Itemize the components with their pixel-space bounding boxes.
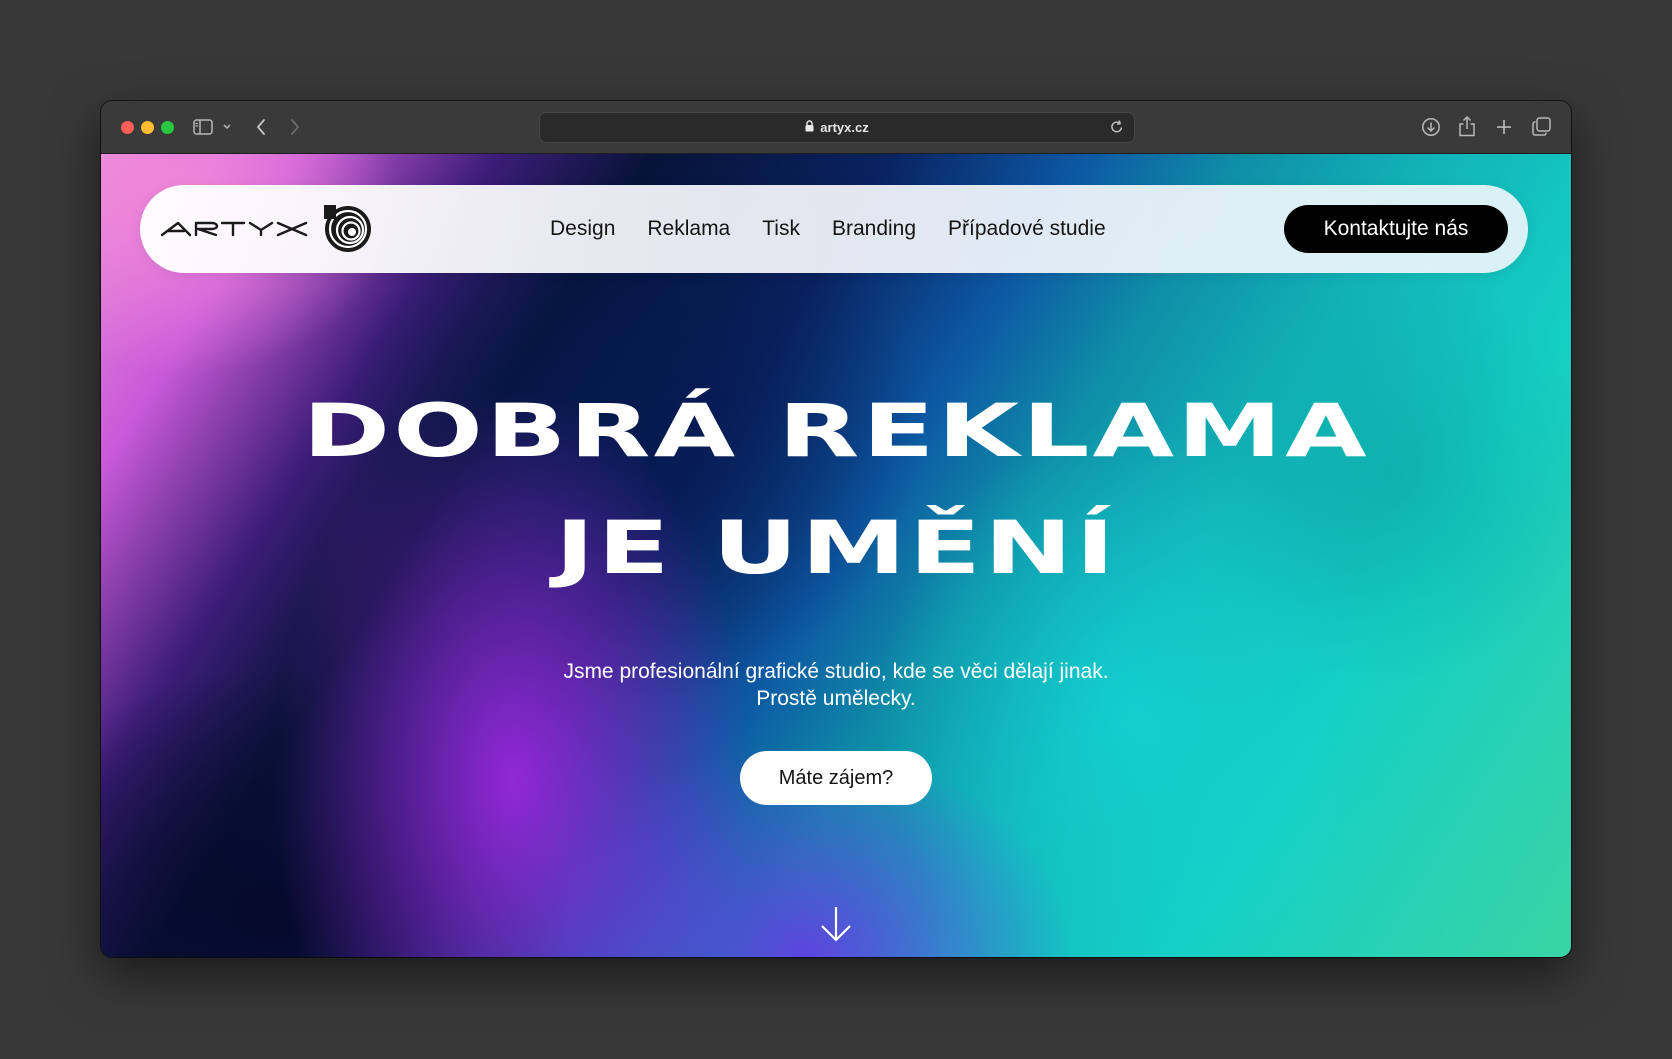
reload-icon[interactable] — [1110, 119, 1124, 137]
chevron-down-icon[interactable] — [221, 120, 233, 134]
tabs-overview-icon[interactable] — [1531, 116, 1551, 136]
web-page: Design Reklama Tisk Branding Případové s… — [101, 154, 1571, 957]
back-icon[interactable] — [252, 116, 270, 138]
hero-title-line-2-text: JE UMĚNÍ — [554, 505, 1118, 592]
new-tab-icon[interactable] — [1494, 117, 1514, 137]
hero-title-line-1: DOBRÁ REKLAMA — [101, 388, 1571, 475]
nav-link-tisk[interactable]: Tisk — [762, 217, 800, 241]
interest-button[interactable]: Máte zájem? — [740, 751, 932, 805]
nav-link-reklama[interactable]: Reklama — [647, 217, 730, 241]
url-text: artyx.cz — [820, 120, 869, 135]
browser-toolbar: artyx.cz — [101, 101, 1571, 154]
hero-title-line-1-text: DOBRÁ REKLAMA — [302, 388, 1370, 475]
close-window-button[interactable] — [121, 121, 134, 134]
download-icon[interactable] — [1420, 116, 1442, 138]
forward-icon[interactable] — [286, 116, 304, 138]
hero-subtitle: Jsme profesionální grafické studio, kde … — [101, 658, 1571, 712]
site-navbar: Design Reklama Tisk Branding Případové s… — [140, 185, 1528, 273]
sidebar-icon[interactable] — [193, 118, 213, 136]
contact-us-button[interactable]: Kontaktujte nás — [1284, 205, 1508, 253]
zoom-window-button[interactable] — [161, 121, 174, 134]
nav-links: Design Reklama Tisk Branding Případové s… — [550, 185, 1106, 273]
artyx-logo[interactable] — [160, 204, 385, 254]
nav-link-design[interactable]: Design — [550, 217, 615, 241]
hero-subtitle-line-2: Prostě umělecky. — [756, 687, 916, 710]
nav-link-case-studies[interactable]: Případové studie — [948, 217, 1106, 241]
browser-window: artyx.cz Design Reklama Tisk Branding Př… — [101, 101, 1571, 957]
hero-title-line-2: JE UMĚNÍ — [101, 505, 1571, 592]
hero-subtitle-line-1: Jsme profesionální grafické studio, kde … — [563, 660, 1109, 683]
lock-icon — [805, 120, 814, 135]
address-bar[interactable]: artyx.cz — [539, 112, 1135, 143]
arrow-down-icon[interactable] — [817, 904, 855, 944]
minimize-window-button[interactable] — [141, 121, 154, 134]
nav-link-branding[interactable]: Branding — [832, 217, 916, 241]
share-icon[interactable] — [1457, 114, 1477, 138]
